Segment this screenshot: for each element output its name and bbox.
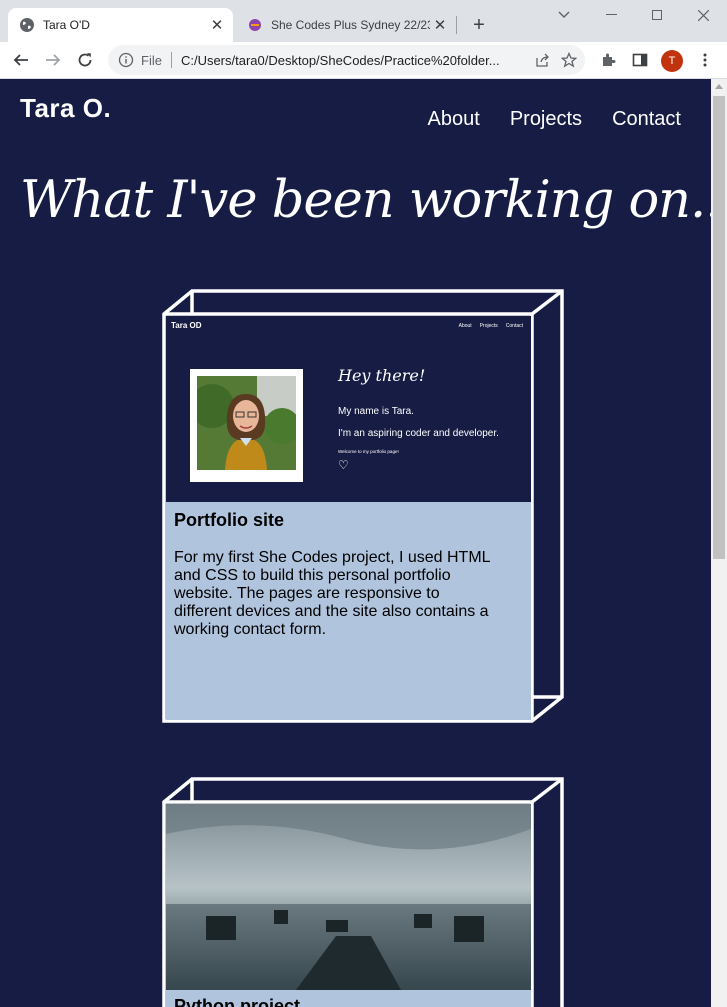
project-card-python[interactable]: Python project <box>162 775 564 1007</box>
chevron-down-icon <box>558 11 570 18</box>
card-face: Python project <box>166 804 531 1007</box>
heart-icon: ♡ <box>338 458 349 472</box>
close-tab-icon[interactable]: ✕ <box>207 15 227 35</box>
side-panel-icon[interactable] <box>629 49 651 71</box>
arrow-right-icon <box>46 54 61 66</box>
preview-intro-line: My name is Tara. <box>338 406 414 417</box>
card-content: Portfolio site For my first She Codes pr… <box>166 502 531 647</box>
close-icon <box>697 9 709 21</box>
maximize-button[interactable] <box>635 2 679 28</box>
url-scheme: File <box>141 52 162 68</box>
minimize-icon <box>605 14 617 15</box>
tab-title: She Codes Plus Sydney 22/23 <box>271 18 430 32</box>
globe-icon <box>20 18 34 32</box>
preview-tagline: I'm an aspiring coder and developer. <box>338 428 499 439</box>
tab-search-button[interactable] <box>542 2 586 28</box>
profile-avatar[interactable]: T <box>661 50 683 72</box>
tab-strip: Tara O'D ✕ She Codes Plus Sydney 22/23 ✕… <box>0 0 727 42</box>
portfolio-preview-image: Tara OD About Projects Contact Hey there… <box>166 316 531 502</box>
vertical-scrollbar[interactable] <box>711 79 727 1007</box>
forward-button[interactable] <box>40 47 66 73</box>
address-bar[interactable]: File C:/Users/tara0/Desktop/SheCodes/Pra… <box>108 45 585 75</box>
reload-button[interactable] <box>72 47 98 73</box>
preview-nav-projects: Projects <box>479 323 498 329</box>
site-logo[interactable]: Tara O. <box>20 93 111 124</box>
nav-link-projects[interactable]: Projects <box>510 108 582 131</box>
close-tab-icon[interactable]: ✕ <box>430 15 450 35</box>
project-card-portfolio[interactable]: Tara OD About Projects Contact Hey there… <box>162 287 564 725</box>
tab-separator <box>456 16 457 34</box>
new-tab-button[interactable]: + <box>468 14 490 36</box>
tab-tara[interactable]: Tara O'D ✕ <box>8 8 233 42</box>
menu-kebab-icon[interactable] <box>694 49 716 71</box>
preview-nav-about: About <box>458 323 472 329</box>
project-description: For my first She Codes project, I used H… <box>174 549 490 638</box>
tab-shecodes[interactable]: She Codes Plus Sydney 22/23 ✕ <box>236 8 456 42</box>
arrow-left-icon <box>13 54 28 66</box>
preview-nav-contact: Contact <box>505 323 523 329</box>
back-button[interactable] <box>8 47 34 73</box>
scrollbar-thumb[interactable] <box>713 96 725 559</box>
preview-logo: Tara OD <box>171 321 202 330</box>
preview-greeting: Hey there! <box>338 366 426 385</box>
card-face: Tara OD About Projects Contact Hey there… <box>166 316 531 720</box>
nav-link-about[interactable]: About <box>428 108 480 131</box>
maximize-icon <box>652 10 662 20</box>
seascape-photo <box>166 804 531 990</box>
tab-title: Tara O'D <box>43 18 90 32</box>
preview-nav: About Projects Contact <box>459 323 523 329</box>
portrait-photo <box>197 376 296 470</box>
minimize-button[interactable] <box>589 2 633 28</box>
card-content: Python project <box>166 990 531 1007</box>
close-window-button[interactable] <box>681 2 725 28</box>
preview-welcome-text: Welcome to my portfolio page! <box>338 449 399 454</box>
page-title: What I've been working on... <box>20 171 711 230</box>
omnibox-divider <box>170 52 172 68</box>
url-text: C:/Users/tara0/Desktop/SheCodes/Practice… <box>180 52 500 68</box>
nav-link-contact[interactable]: Contact <box>612 108 681 131</box>
reload-icon <box>78 53 92 67</box>
page-viewport: Tara O. About Projects Contact What I've… <box>0 79 711 1007</box>
shecodes-favicon-icon <box>249 19 261 31</box>
info-icon <box>118 52 134 68</box>
share-icon[interactable] <box>531 49 553 71</box>
browser-toolbar: File C:/Users/tara0/Desktop/SheCodes/Pra… <box>0 42 727 79</box>
project-title: Python project <box>174 996 301 1007</box>
project-title: Portfolio site <box>174 510 285 530</box>
site-nav: About Projects Contact <box>428 108 681 131</box>
preview-profile-photo <box>190 369 303 482</box>
scroll-up-arrow-icon[interactable] <box>715 84 723 89</box>
bookmark-star-icon[interactable] <box>558 49 580 71</box>
extensions-icon[interactable] <box>597 49 619 71</box>
